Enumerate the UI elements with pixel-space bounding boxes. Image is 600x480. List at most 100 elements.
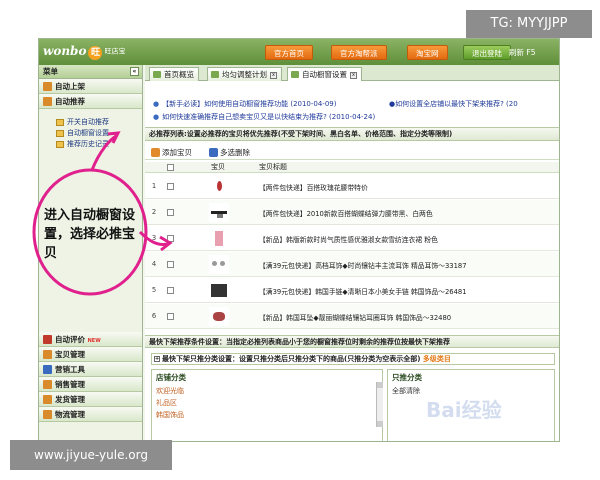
tools-icon: [43, 365, 52, 374]
collapse-icon[interactable]: «: [130, 67, 139, 76]
delete-icon: [209, 148, 218, 157]
sidebar-item-label: 自动上架: [55, 82, 85, 91]
table-row[interactable]: 6 【新品】韩国耳坠◆靓丽蝴蝶结镶钻耳圈耳饰 韩国饰品～32480: [145, 304, 559, 329]
table-row[interactable]: 5 【满39元包快递】韩国手链◆清晰日本小美女手链 韩国饰品～26481: [145, 278, 559, 303]
notice-link-1[interactable]: ● 【新手必读】如何使用自动橱窗推荐功能 (2010-04-09): [153, 99, 336, 109]
category-setting-bar[interactable]: + 最快下架只推分类设置：设置只推分类后只推分类下的商品(只推分类为空表示全部)…: [151, 353, 555, 365]
must-recommend-section-title: 必推荐列表:设置必推荐的宝贝将优先推荐(不受下架时间、黑白名单、价格范围、指定分…: [145, 127, 559, 141]
close-icon[interactable]: x: [350, 71, 357, 79]
category-scrollbar[interactable]: [376, 382, 383, 427]
select-all-checkbox[interactable]: [167, 164, 174, 171]
tab-label: 均匀调整计划: [222, 70, 267, 79]
page-icon: [56, 141, 64, 148]
baidu-watermark: Bai经验: [426, 398, 502, 422]
sidebar-subitem-window-settings[interactable]: 自动橱窗设置: [39, 128, 142, 139]
logout-button[interactable]: 退出登陆: [463, 45, 511, 60]
multi-level-category-link[interactable]: 多级类目: [423, 355, 451, 363]
page-icon: [56, 119, 64, 126]
sidebar-subitem-label: 开关自动推荐: [67, 118, 109, 126]
table-row[interactable]: 2 【两件包快递】2010新款百搭蝴蝶结弹力腰带黑、白两色: [145, 200, 559, 225]
folder-icon: [43, 97, 52, 106]
item-title: 【两件包快递】百搭玫瑰花腰带特价: [259, 184, 368, 192]
category-item[interactable]: 欢迎光临: [152, 385, 382, 397]
tab-even-adjust[interactable]: 均匀调整计划 x: [207, 67, 282, 81]
row-checkbox[interactable]: [167, 209, 174, 216]
tab-bar: 首页概览 均匀调整计划 x 自动橱窗设置 x: [145, 65, 559, 81]
notice-text: 如何设置全店铺以最快下架来推荐? (20: [395, 100, 518, 108]
row-number: 1: [151, 182, 157, 190]
sidebar-item-logistics[interactable]: 物流管理: [39, 407, 142, 422]
add-icon: [151, 148, 160, 157]
row-checkbox[interactable]: [167, 261, 174, 268]
table-header: 宝贝 宝贝标题: [145, 162, 559, 173]
sidebar-item-auto-list[interactable]: 自动上架: [39, 79, 142, 94]
table-row[interactable]: 3 【新品】韩版新款时尚气质性感优雅淑女款雪纺连衣裙 粉色: [145, 226, 559, 251]
row-checkbox[interactable]: [167, 183, 174, 190]
item-thumbnail: [209, 177, 229, 196]
row-number: 6: [151, 312, 157, 320]
tab-window-settings[interactable]: 自动橱窗设置 x: [287, 67, 362, 81]
shop-category-title: 店铺分类: [156, 373, 186, 382]
fastest-delist-section-title: 最快下架推荐条件设置：当指定必推列表商品小于您的橱窗推荐位时剩余的推荐位按最快下…: [145, 335, 559, 348]
table-row[interactable]: 1 【两件包快递】百搭玫瑰花腰带特价: [145, 174, 559, 199]
notice-link-2[interactable]: ● 如何快速准确推荐自己想卖宝贝又是以快结束为推荐? (2010-04-24): [153, 112, 375, 122]
multi-delete-button[interactable]: 多选删除: [209, 147, 250, 158]
sidebar-item-marketing[interactable]: 营销工具: [39, 362, 142, 377]
category-item[interactable]: 礼品区: [152, 397, 382, 409]
folder-icon: [43, 410, 52, 419]
sidebar-subitem-label: 推荐历史记录: [67, 140, 109, 148]
nav-official-home[interactable]: 官方首页: [265, 45, 313, 60]
sidebar-item-label: 宝贝管理: [55, 350, 85, 359]
row-checkbox[interactable]: [167, 235, 174, 242]
tab-label: 自动橱窗设置: [302, 70, 347, 79]
category-item[interactable]: 韩国饰品: [152, 409, 382, 421]
nav-official-bangpai[interactable]: 官方淘帮派: [331, 45, 387, 60]
refresh-button[interactable]: 刷新 F5: [509, 47, 535, 58]
sidebar-item-item-manage[interactable]: 宝贝管理: [39, 347, 142, 362]
notice-link-3[interactable]: ●如何设置全店铺以最快下架来推荐? (20: [389, 99, 518, 109]
row-checkbox[interactable]: [167, 313, 174, 320]
row-number: 4: [151, 260, 157, 268]
add-item-button[interactable]: 添加宝贝: [151, 147, 192, 158]
sidebar-item-label: 发货管理: [55, 395, 85, 404]
nav-taobao[interactable]: 淘宝网: [407, 45, 448, 60]
close-icon[interactable]: x: [270, 71, 277, 79]
folder-icon: [43, 395, 52, 404]
item-title: 【满39元包快递】高档耳饰◆时尚镶钻丰主流耳饰 精品耳饰～33187: [259, 262, 467, 270]
new-badge: NEW: [87, 338, 101, 344]
shop-category-panel: 店铺分类 欢迎光临 礼品区 韩国饰品: [151, 369, 383, 441]
sidebar-item-label: 营销工具: [55, 365, 85, 374]
row-number: 5: [151, 286, 157, 294]
tab-label: 首页概览: [164, 70, 194, 79]
row-number: 3: [151, 234, 157, 242]
col-header-title: 宝贝标题: [259, 163, 287, 171]
logo-sub: 旺店宝: [104, 47, 126, 56]
sidebar-item-sales[interactable]: 销售管理: [39, 377, 142, 392]
sidebar-item-auto-recommend[interactable]: 自动推荐: [39, 94, 142, 109]
item-title: 【新品】韩国耳坠◆靓丽蝴蝶结镶钻耳圈耳饰 韩国饰品～32480: [259, 314, 452, 322]
folder-icon: [43, 82, 52, 91]
folder-icon: [43, 350, 52, 359]
sidebar-item-shipping[interactable]: 发货管理: [39, 392, 142, 407]
item-title: 【两件包快递】2010新款百搭蝴蝶结弹力腰带黑、白两色: [259, 210, 433, 218]
site-watermark: www.jiyue-yule.org: [10, 440, 172, 470]
item-thumbnail: [209, 281, 229, 300]
category-setting-text: 最快下架只推分类设置：设置只推分类后只推分类下的商品(只推分类为空表示全部): [162, 355, 421, 363]
logo: wonbo 旺旺店宝: [43, 44, 125, 60]
home-icon: [153, 71, 161, 78]
sidebar-item-auto-review[interactable]: 自动评价 NEW: [39, 332, 142, 347]
table-row[interactable]: 4 【满39元包快递】高档耳饰◆时尚镶钻丰主流耳饰 精品耳饰～33187: [145, 252, 559, 277]
row-number: 2: [151, 208, 157, 216]
item-thumbnail: [209, 229, 229, 248]
row-checkbox[interactable]: [167, 287, 174, 294]
tg-watermark: TG: MYYJJPP: [466, 10, 592, 38]
sidebar-subitem-history[interactable]: 推荐历史记录: [39, 139, 142, 150]
sidebar-item-label: 物流管理: [55, 410, 85, 419]
annotation-text: 进入自动橱窗设置，选择必推宝贝: [44, 208, 136, 261]
plan-icon: [211, 71, 219, 78]
sidebar-subitem-toggle-recommend[interactable]: 开关自动推荐: [39, 117, 142, 128]
expand-icon[interactable]: +: [154, 356, 160, 362]
sidebar-item-label: 自动评价: [55, 335, 85, 344]
tab-home-overview[interactable]: 首页概览: [149, 67, 199, 81]
